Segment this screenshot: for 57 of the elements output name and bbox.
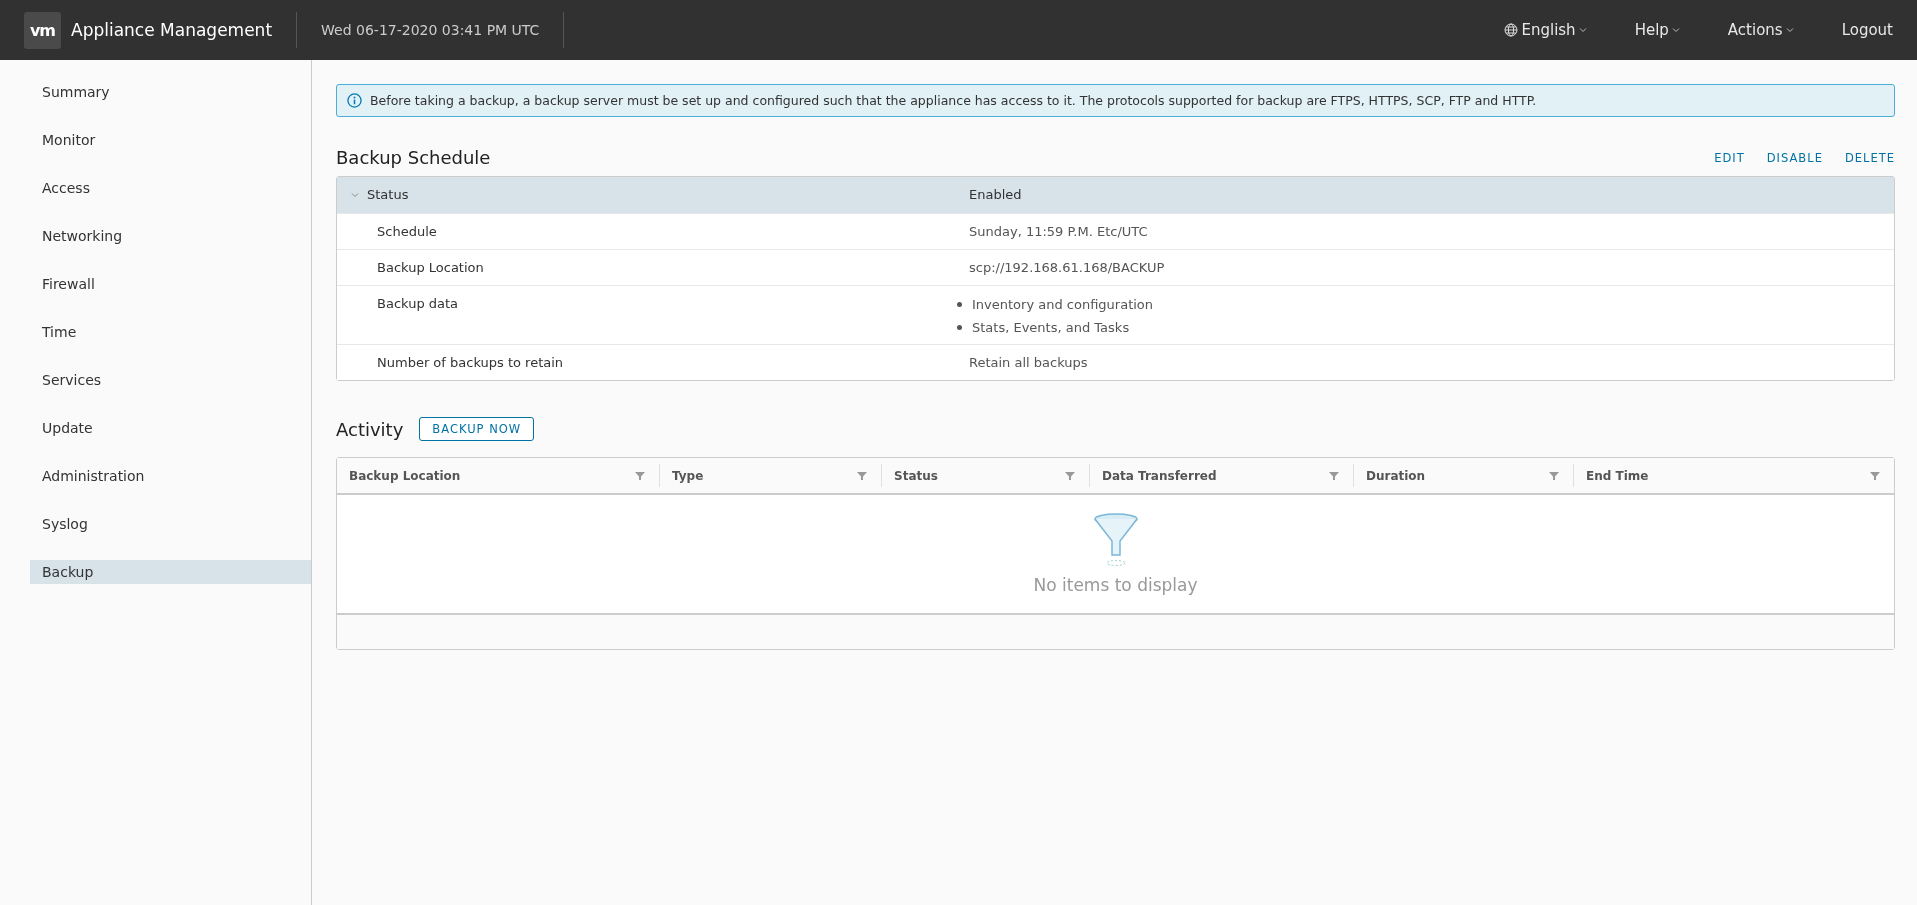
filter-icon[interactable] bbox=[1329, 470, 1339, 481]
sidebar-item[interactable]: Update bbox=[30, 416, 311, 440]
sidebar-item[interactable]: Networking bbox=[30, 224, 311, 248]
alert-text: Before taking a backup, a backup server must be set up and configured such that the appliance has access to it. The protocols supported for backup are FTPS, HTTPS, SCP, FTP and HTTP. bbox=[370, 93, 1537, 108]
dropdown-menu[interactable]: Help bbox=[1610, 21, 1704, 39]
caret-icon bbox=[1785, 27, 1794, 33]
section-title: Activity bbox=[336, 418, 404, 440]
sidebar-item[interactable]: Firewall bbox=[30, 272, 311, 296]
globe-icon bbox=[1504, 23, 1519, 37]
filter-icon[interactable] bbox=[635, 470, 645, 481]
column-header[interactable]: Backup Location bbox=[337, 464, 659, 487]
column-header[interactable]: Status bbox=[881, 464, 1089, 487]
sidebar-item[interactable]: Monitor bbox=[30, 128, 311, 152]
row-label: Number of backups to retain bbox=[377, 355, 564, 370]
sidebar-item[interactable]: Access bbox=[30, 176, 311, 200]
info-icon bbox=[347, 93, 362, 108]
column-header[interactable]: Duration bbox=[1353, 464, 1573, 487]
caret-icon bbox=[1578, 27, 1587, 33]
language-menu[interactable]: English bbox=[1480, 21, 1611, 39]
sidebar-item[interactable]: Summary bbox=[30, 80, 311, 104]
action-link[interactable]: DISABLE bbox=[1766, 150, 1823, 165]
row-label: Backup Location bbox=[377, 260, 484, 275]
app-title: Appliance Management bbox=[71, 12, 298, 48]
sidebar-item[interactable]: Syslog bbox=[30, 512, 311, 536]
row-label: Backup data bbox=[377, 296, 459, 311]
funnel-icon bbox=[1092, 513, 1139, 567]
logout-link[interactable]: Logout bbox=[1817, 21, 1917, 39]
row-label: Status bbox=[367, 187, 409, 202]
logo: vm bbox=[24, 11, 61, 49]
filter-icon[interactable] bbox=[857, 470, 867, 481]
sidebar-item[interactable]: Backup bbox=[30, 560, 311, 584]
filter-icon[interactable] bbox=[1870, 470, 1880, 481]
caret-icon bbox=[1671, 27, 1680, 33]
section-title: Backup Schedule bbox=[336, 147, 491, 168]
filter-icon[interactable] bbox=[1549, 470, 1559, 481]
list-item: Stats, Events, and Tasks bbox=[972, 319, 1130, 336]
list-item: Inventory and configuration bbox=[972, 296, 1154, 313]
dropdown-menu[interactable]: Actions bbox=[1703, 21, 1818, 39]
row-value: Sunday, 11:59 P.M. Etc/UTC bbox=[968, 223, 1149, 241]
row-value: scp://192.168.61.168/BACKUP bbox=[968, 259, 1166, 277]
date-time: Wed 06-17-2020 03:41 PM UTC bbox=[297, 12, 565, 48]
action-link[interactable]: EDIT bbox=[1714, 150, 1745, 165]
action-link[interactable]: DELETE bbox=[1844, 150, 1895, 165]
row-label: Schedule bbox=[377, 224, 437, 239]
row-value: Enabled bbox=[968, 186, 1023, 204]
bullet-icon bbox=[957, 302, 962, 307]
backup-now-button[interactable]: BACKUP NOW bbox=[419, 417, 535, 441]
column-header[interactable]: Data Transferred bbox=[1089, 464, 1353, 487]
empty-message: No items to display bbox=[1033, 575, 1198, 595]
column-header[interactable]: Type bbox=[659, 464, 881, 487]
sidebar-item[interactable]: Administration bbox=[30, 464, 311, 488]
row-value: Retain all backups bbox=[968, 354, 1089, 372]
column-header[interactable]: End Time bbox=[1573, 464, 1894, 487]
filter-icon[interactable] bbox=[1065, 470, 1075, 481]
sidebar-item[interactable]: Time bbox=[30, 320, 311, 344]
bullet-icon bbox=[957, 325, 962, 330]
sidebar-item[interactable]: Services bbox=[30, 368, 311, 392]
